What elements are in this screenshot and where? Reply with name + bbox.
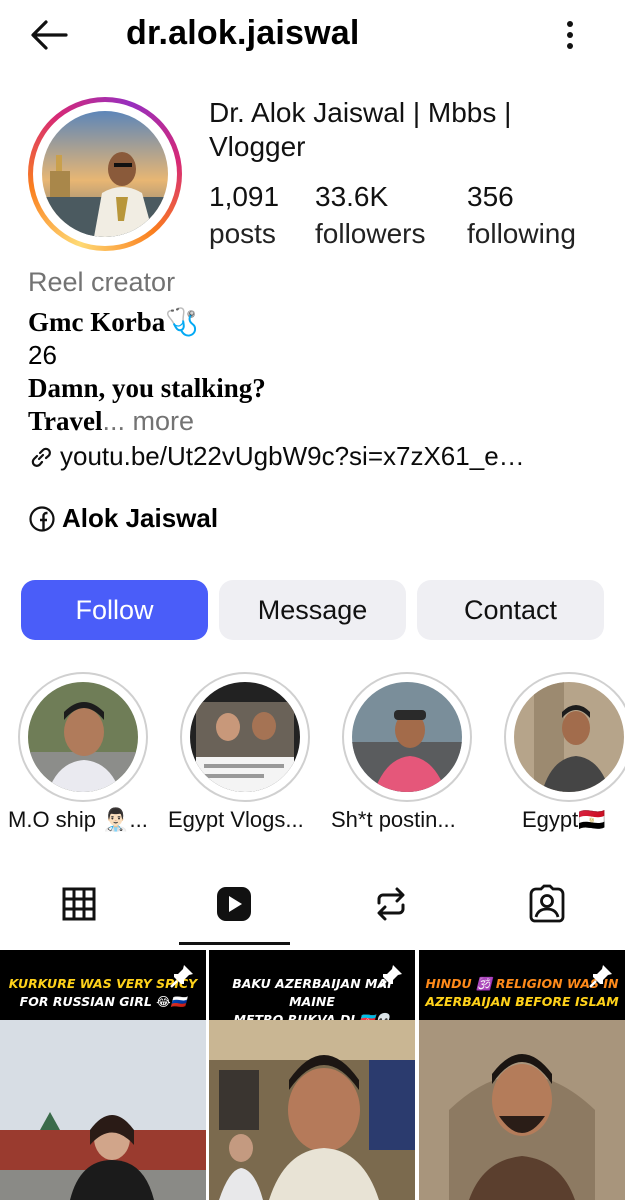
reel-thumbnail	[209, 1020, 415, 1200]
story-highlight[interactable]	[18, 672, 148, 802]
highlight-cover	[190, 682, 300, 792]
stat-following[interactable]: 356 following	[467, 180, 576, 251]
stat-label: posts	[209, 218, 276, 249]
follow-button[interactable]: Follow	[21, 580, 208, 640]
reposts-icon[interactable]	[371, 884, 411, 924]
profile-tabs	[0, 870, 625, 946]
pin-icon	[589, 965, 612, 988]
bio-text: Travel	[28, 406, 103, 436]
caption-line: BAKU AZERBAIJAN MAI MAINE	[232, 976, 392, 1009]
bio-link-text: youtu.be/Ut22vUgbW9c?si=x7zX61_e…	[60, 441, 525, 471]
reel-thumbnail	[0, 1020, 206, 1200]
facebook-icon	[29, 505, 55, 532]
bio-line-3: Damn, you stalking?	[28, 373, 266, 403]
avatar	[42, 111, 168, 237]
reel-tile[interactable]: KURKURE WAS VERY SPICY FOR RUSSIAN GIRL …	[0, 950, 206, 1200]
pin-icon	[379, 965, 402, 988]
stat-label: followers	[315, 218, 426, 249]
reels-icon[interactable]	[214, 884, 254, 924]
reel-thumbnail	[419, 1020, 625, 1200]
caption-line: AZERBAIJAN BEFORE ISLAM	[425, 994, 619, 1009]
active-tab-indicator	[179, 942, 290, 945]
stat-followers[interactable]: 33.6K followers	[315, 180, 425, 251]
bio-line-4: Travel... more	[28, 405, 194, 438]
stat-value: 356	[467, 181, 514, 212]
top-bar: dr.alok.jaiswal	[0, 0, 625, 70]
story-highlight[interactable]	[504, 672, 625, 802]
profile-category: Reel creator	[28, 267, 176, 297]
bio-link[interactable]: youtu.be/Ut22vUgbW9c?si=x7zX61_e…	[28, 441, 525, 472]
caption-line: FOR RUSSIAN GIRL 😂🇷🇺	[19, 994, 187, 1009]
profile-username: dr.alok.jaiswal	[126, 14, 360, 52]
display-name: Dr. Alok Jaiswal | Mbbs | Vlogger	[209, 97, 512, 162]
more-options-icon[interactable]	[555, 14, 585, 56]
highlight-label: M.O ship 👨🏻‍⚕️...	[8, 807, 148, 832]
contact-button[interactable]: Contact	[417, 580, 604, 640]
tagged-icon[interactable]	[527, 884, 567, 924]
facebook-link[interactable]: Alok Jaiswal	[28, 503, 218, 534]
stat-posts[interactable]: 1,091 posts	[209, 180, 279, 251]
reel-tile[interactable]: HINDU 🕉️ RELIGION WAS IN AZERBAIJAN BEFO…	[419, 950, 625, 1200]
facebook-name: Alok Jaiswal	[62, 503, 219, 533]
stat-value: 1,091	[209, 181, 280, 212]
message-button[interactable]: Message	[219, 580, 406, 640]
bio-line-2: 26	[28, 340, 57, 370]
link-icon	[31, 447, 51, 467]
stat-label: following	[467, 218, 576, 249]
reel-tile[interactable]: BAKU AZERBAIJAN MAI MAINE METRO RUKVA DI…	[209, 950, 415, 1200]
grid-icon[interactable]	[59, 884, 99, 924]
profile-avatar-story-ring[interactable]	[28, 97, 182, 251]
highlight-cover	[28, 682, 138, 792]
highlight-label: Egypt Vlogs...	[168, 807, 304, 832]
highlight-cover	[514, 682, 624, 792]
highlight-cover	[352, 682, 462, 792]
highlight-label: Egypt🇪🇬	[522, 807, 606, 832]
bio-ellipsis: ...	[102, 406, 125, 436]
back-arrow-icon[interactable]	[28, 14, 70, 56]
highlight-label: Sh*t postin...	[331, 807, 456, 832]
stat-value: 33.6K	[315, 181, 389, 212]
bio-more-link[interactable]: more	[125, 406, 195, 436]
story-highlight[interactable]	[342, 672, 472, 802]
stethoscope-emoji: 🩺	[165, 307, 199, 337]
pin-icon	[170, 965, 193, 988]
story-highlight[interactable]	[180, 672, 310, 802]
bio-text: Gmc Korba	[28, 307, 166, 337]
bio-line-1: Gmc Korba🩺	[28, 306, 199, 339]
